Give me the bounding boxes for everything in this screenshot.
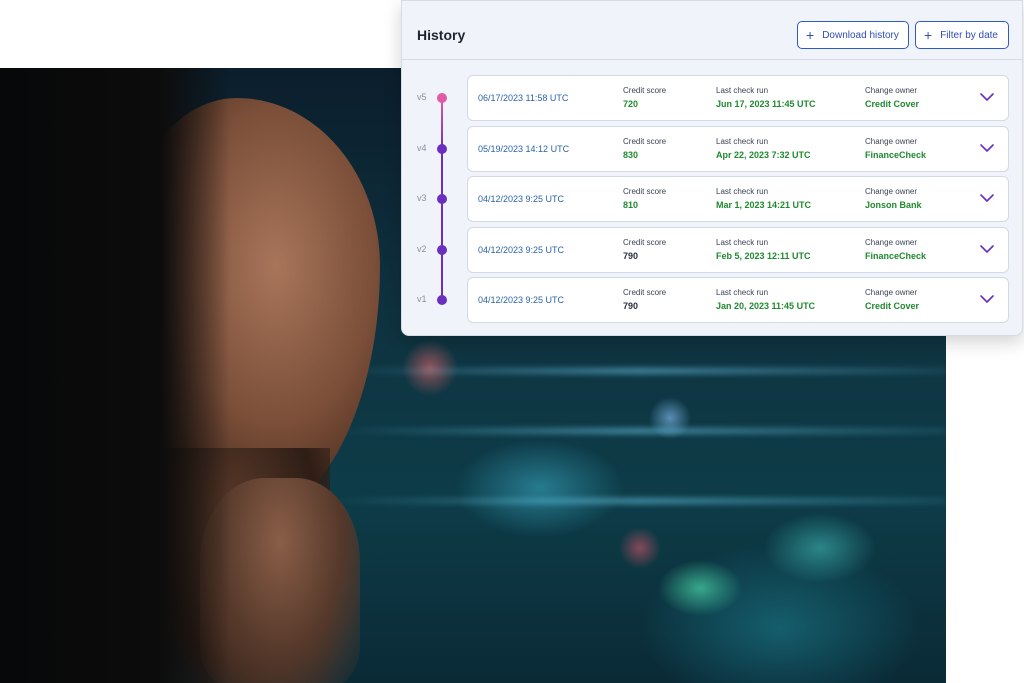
version-label: v1	[417, 294, 427, 304]
credit-score-label: Credit score	[623, 187, 667, 196]
last-check-run-label: Last check run	[716, 86, 769, 95]
last-check-run-value: Jan 20, 2023 11:45 UTC	[716, 301, 816, 311]
timeline-dot	[437, 244, 447, 255]
history-row[interactable]: 04/12/2023 9:25 UTC Credit score 790 Last c…	[467, 277, 1009, 323]
change-owner-value: FinanceCheck	[865, 149, 927, 160]
last-check-run-label: Last check run	[716, 237, 769, 247]
change-owner-value: Credit Cover	[865, 301, 920, 311]
change-owner-label: Change owner	[865, 86, 918, 95]
screen-light-band	[330, 368, 946, 374]
timeline-line	[441, 148, 443, 199]
credit-score-value: 790	[623, 301, 639, 311]
chevron-down-icon[interactable]	[980, 244, 994, 254]
history-panel: History + Download history + Filter by d…	[401, 0, 1023, 336]
version-label: v3	[417, 193, 427, 203]
download-history-label: Download history	[822, 29, 899, 41]
chevron-down-icon[interactable]	[980, 294, 994, 304]
credit-score-label: Credit score	[623, 136, 667, 146]
change-owner-value: Credit Cover	[865, 99, 920, 109]
filter-by-date-button[interactable]: + Filter by date	[915, 21, 1009, 49]
version-label: v2	[417, 243, 427, 254]
change-owner-label: Change owner	[865, 288, 918, 297]
credit-score-label: Credit score	[623, 237, 667, 247]
last-check-run-label: Last check run	[716, 288, 769, 297]
version-label: v4	[417, 142, 427, 153]
version-date-link[interactable]: 05/19/2023 14:12 UTC	[478, 144, 569, 154]
credit-score-label: Credit score	[623, 86, 667, 95]
credit-score-value: 830	[623, 149, 639, 160]
change-owner-value: Jonson Bank	[865, 200, 922, 210]
timeline-line	[441, 199, 443, 250]
credit-score-value: 790	[623, 250, 639, 261]
history-row[interactable]: 04/12/2023 9:25 UTC Credit score 790 Last c…	[467, 226, 1009, 273]
version-date-link[interactable]: 04/12/2023 9:25 UTC	[478, 194, 564, 204]
filter-by-date-label: Filter by date	[940, 29, 998, 41]
timeline-line	[441, 249, 443, 300]
version-date-link[interactable]: 06/17/2023 11:58 UTC	[478, 93, 568, 103]
history-row[interactable]: 06/17/2023 11:58 UTC Credit score 720 Last …	[467, 75, 1009, 121]
change-owner-label: Change owner	[865, 187, 918, 196]
last-check-run-label: Last check run	[716, 187, 769, 196]
history-row[interactable]: 04/12/2023 9:25 UTC Credit score 810 Last c…	[467, 176, 1009, 222]
credit-score-label: Credit score	[623, 288, 667, 297]
timeline-dot	[437, 143, 447, 154]
version-date-link[interactable]: 04/12/2023 9:25 UTC	[478, 295, 564, 305]
timeline-dot	[437, 295, 447, 305]
screen-light-band	[330, 428, 946, 434]
credit-score-value: 720	[623, 99, 639, 109]
history-row[interactable]: 05/19/2023 14:12 UTC Credit score 830 Last …	[467, 125, 1009, 172]
last-check-run-label: Last check run	[716, 136, 769, 146]
screen-light-band	[330, 498, 946, 504]
version-label: v5	[417, 92, 427, 102]
history-header: History + Download history + Filter by d…	[402, 1, 1022, 60]
timeline-dot	[437, 93, 447, 103]
timeline-dot	[437, 194, 447, 204]
change-owner-label: Change owner	[865, 136, 918, 146]
change-owner-value: FinanceCheck	[865, 250, 927, 261]
chevron-down-icon[interactable]	[980, 193, 994, 203]
page-title: History	[417, 27, 466, 43]
woman-hair	[0, 68, 230, 683]
chevron-down-icon[interactable]	[980, 92, 994, 102]
credit-score-value: 810	[623, 200, 639, 210]
last-check-run-value: Jun 17, 2023 11:45 UTC	[716, 99, 816, 109]
timeline-line	[441, 98, 443, 149]
plus-icon: +	[806, 27, 815, 43]
last-check-run-value: Mar 1, 2023 14:21 UTC	[716, 200, 812, 210]
last-check-run-value: Apr 22, 2023 7:32 UTC	[716, 149, 811, 160]
download-history-button[interactable]: + Download history	[797, 21, 909, 49]
chevron-down-icon[interactable]	[980, 143, 994, 153]
last-check-run-value: Feb 5, 2023 12:11 UTC	[716, 250, 811, 261]
change-owner-label: Change owner	[865, 237, 918, 247]
plus-icon: +	[924, 27, 933, 43]
version-date-link[interactable]: 04/12/2023 9:25 UTC	[478, 245, 564, 255]
